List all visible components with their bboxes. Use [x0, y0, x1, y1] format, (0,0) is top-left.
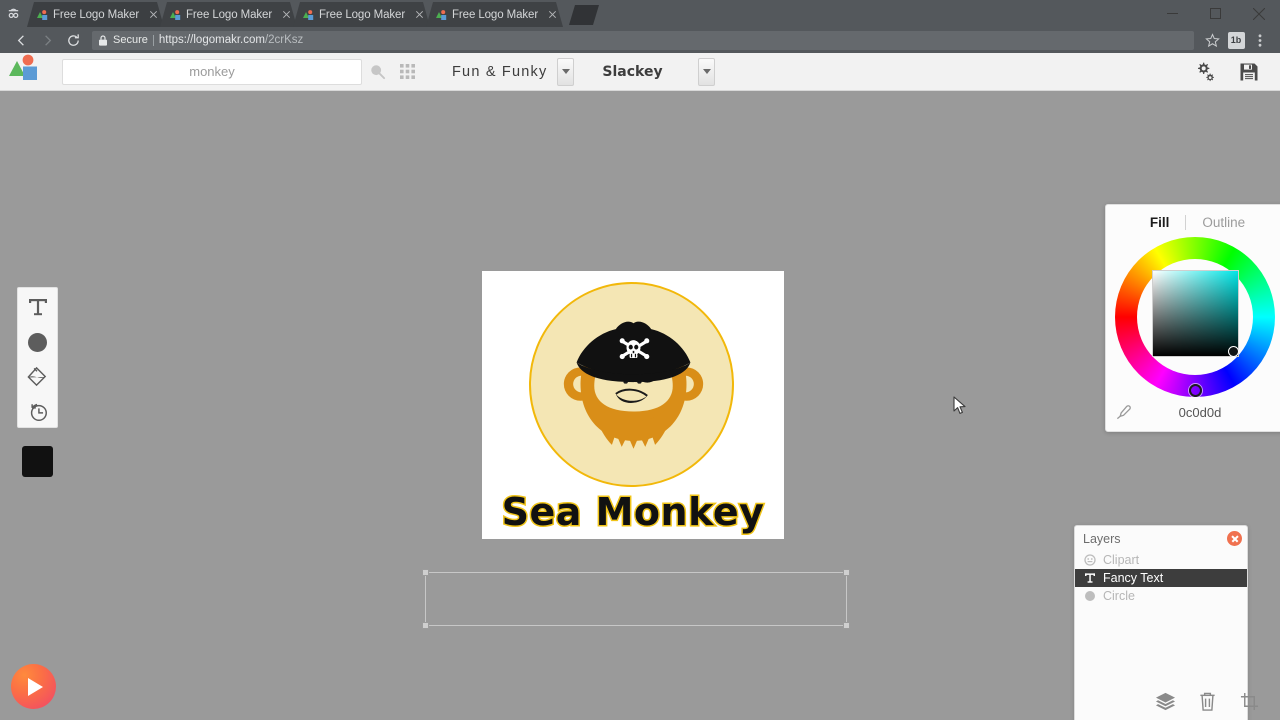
logomakr-logo[interactable] — [6, 53, 50, 91]
canvas-workspace[interactable]: Sea Monkey Fill Outline 0c0d0d Layers Cl… — [0, 91, 1280, 720]
shape-tool[interactable] — [21, 327, 55, 358]
address-bar[interactable]: Secure https://logomakr.com/2crKsz — [92, 30, 1194, 50]
resize-handle-bottom-left[interactable] — [422, 622, 429, 629]
current-color-swatch[interactable] — [22, 446, 53, 477]
close-icon[interactable] — [1237, 0, 1280, 27]
text-tool[interactable] — [21, 292, 55, 323]
fill-tool[interactable] — [21, 362, 55, 393]
layer-label: Circle — [1103, 589, 1135, 603]
selection-box[interactable] — [422, 569, 850, 629]
tab-close-icon[interactable] — [546, 8, 559, 21]
tool-palette — [17, 287, 58, 428]
lock-icon — [98, 34, 108, 46]
clipart-face-icon — [1083, 553, 1097, 567]
category-select-value: Fun & Funky — [452, 63, 548, 80]
security-label: Secure — [113, 34, 148, 46]
tab-strip: Free Logo Maker - Creat Free Logo Maker … — [0, 0, 1280, 27]
tab-close-icon[interactable] — [280, 8, 293, 21]
sv-selector-handle[interactable] — [1228, 346, 1239, 357]
new-tab-button[interactable] — [569, 5, 599, 25]
crop-icon[interactable] — [1238, 690, 1260, 712]
filled-circle-icon — [28, 332, 47, 352]
search-icon[interactable] — [362, 53, 392, 91]
maximize-icon[interactable] — [1194, 0, 1237, 27]
search-box[interactable] — [62, 58, 362, 85]
profile-icon[interactable] — [0, 0, 27, 27]
reload-icon[interactable] — [60, 27, 86, 53]
layers-panel-title: Layers — [1083, 532, 1121, 546]
url-text: https://logomakr.com/2crKsz — [159, 34, 303, 46]
layers-stack-icon[interactable] — [1154, 690, 1176, 712]
window-controls — [1151, 0, 1280, 27]
resize-handle-bottom-right[interactable] — [843, 622, 850, 629]
tab-title: Free Logo Maker - Creat — [53, 8, 140, 21]
layer-item-fancy-text[interactable]: Fancy Text — [1075, 569, 1247, 587]
url-host: https://logomakr.com — [158, 34, 265, 46]
color-picker-panel[interactable]: Fill Outline 0c0d0d — [1105, 204, 1280, 432]
browser-toolbar: Secure https://logomakr.com/2crKsz 1b — [0, 27, 1280, 53]
mouse-cursor — [953, 396, 967, 416]
extension-badge-label: 1b — [1227, 31, 1245, 49]
logo-canvas[interactable]: Sea Monkey — [482, 271, 784, 539]
filled-circle-icon — [1083, 589, 1097, 603]
tab-close-icon[interactable] — [413, 8, 426, 21]
play-button[interactable] — [11, 664, 56, 709]
text-T-icon — [1083, 571, 1097, 585]
logomakr-favicon — [302, 9, 314, 21]
close-circle-icon[interactable] — [1227, 531, 1242, 546]
play-triangle-icon — [28, 677, 43, 696]
font-select[interactable]: Slackey — [588, 57, 716, 86]
resize-handle-top-left[interactable] — [422, 569, 429, 576]
extension-badge[interactable]: 1b — [1224, 27, 1248, 53]
three-dot-menu-icon[interactable] — [1248, 27, 1272, 53]
layer-label: Fancy Text — [1103, 571, 1164, 585]
history-tool[interactable] — [21, 396, 55, 427]
font-select-value: Slackey — [602, 63, 663, 80]
category-select[interactable]: Fun & Funky — [438, 57, 575, 86]
hue-selector-handle[interactable] — [1189, 384, 1202, 397]
url-path: /2crKsz — [264, 34, 304, 46]
browser-window: Free Logo Maker - Creat Free Logo Maker … — [0, 0, 1280, 720]
bottom-tool-group — [1154, 690, 1260, 712]
logomakr-favicon — [169, 9, 181, 21]
tab-outline[interactable]: Outline — [1186, 215, 1261, 230]
eyedropper-icon[interactable] — [1106, 404, 1140, 421]
app-toolbar: Fun & Funky Slackey — [0, 53, 1280, 91]
browser-tab[interactable]: Free Logo Maker - Creat — [27, 2, 164, 27]
search-input[interactable] — [63, 59, 361, 84]
minimize-icon[interactable] — [1151, 0, 1194, 27]
browser-tab[interactable]: Free Logo Maker - Creat — [293, 2, 430, 27]
color-wheel[interactable] — [1115, 237, 1275, 397]
toolbar-right-group — [1190, 53, 1280, 91]
chevron-down-icon[interactable] — [557, 57, 575, 86]
layer-item-circle[interactable]: Circle — [1075, 587, 1247, 605]
saturation-value-square[interactable] — [1152, 270, 1239, 357]
tab-fill[interactable]: Fill — [1134, 215, 1186, 230]
logomakr-favicon — [435, 9, 447, 21]
logo-text-layer[interactable]: Sea Monkey — [482, 488, 784, 536]
browser-tab[interactable]: Free Logo Maker - Creat — [426, 2, 563, 27]
hex-value[interactable]: 0c0d0d — [1140, 405, 1260, 420]
omnibox-divider — [152, 34, 154, 46]
gear-icon[interactable] — [1190, 53, 1220, 91]
trash-icon[interactable] — [1196, 690, 1218, 712]
color-picker-footer: 0c0d0d — [1106, 404, 1280, 421]
star-icon[interactable] — [1200, 27, 1224, 53]
color-picker-tabs: Fill Outline — [1106, 205, 1280, 239]
resize-handle-top-right[interactable] — [843, 569, 850, 576]
chevron-down-icon[interactable] — [698, 57, 716, 86]
grid-icon[interactable] — [392, 53, 422, 91]
tab-close-icon[interactable] — [147, 8, 160, 21]
save-disk-icon[interactable] — [1234, 53, 1264, 91]
tab-title: Free Logo Maker - Creat — [319, 8, 406, 21]
layer-item-clipart[interactable]: Clipart — [1075, 551, 1247, 569]
forward-arrow-icon — [34, 27, 60, 53]
layer-label: Clipart — [1103, 553, 1140, 567]
browser-tab[interactable]: Free Logo Maker - Creat — [160, 2, 297, 27]
pirate-monkey-clipart[interactable] — [555, 307, 712, 465]
tab-title: Free Logo Maker - Creat — [452, 8, 539, 21]
back-arrow-icon[interactable] — [8, 27, 34, 53]
logomakr-favicon — [36, 9, 48, 21]
tab-title: Free Logo Maker - Creat — [186, 8, 273, 21]
